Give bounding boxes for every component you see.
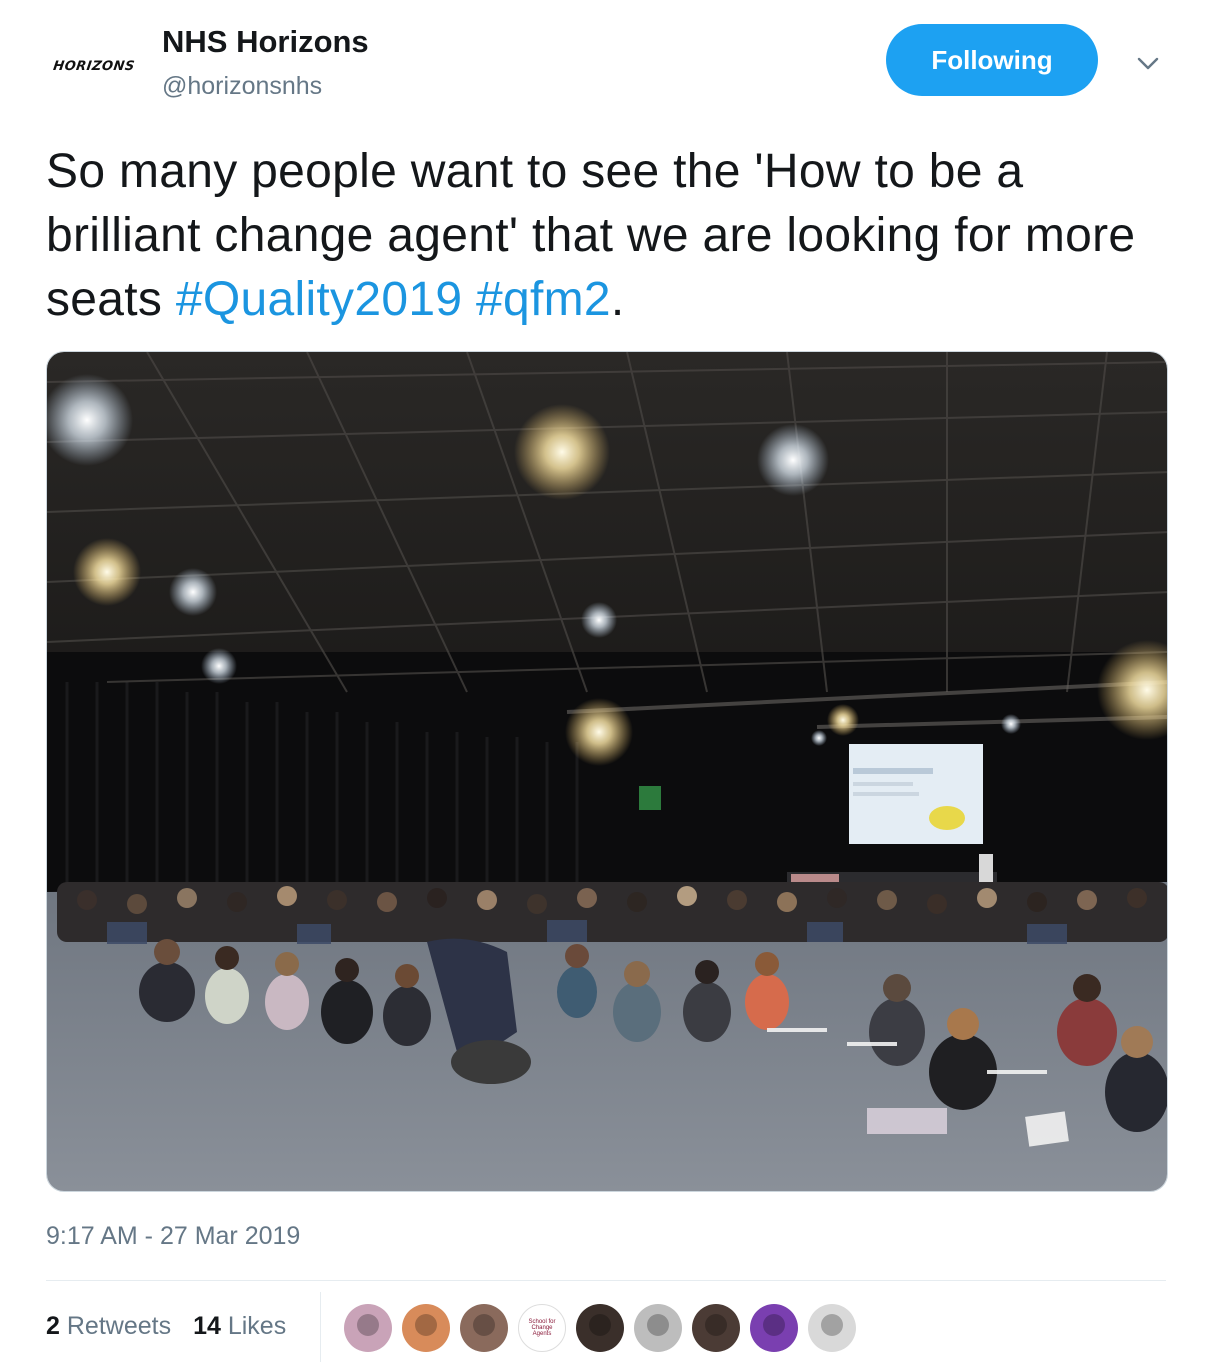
retweets-stat[interactable]: 2 Retweets <box>46 1312 171 1341</box>
person-silhouette-icon <box>763 1314 785 1336</box>
person-silhouette-icon <box>415 1314 437 1336</box>
divider <box>46 1280 1166 1281</box>
stats-divider <box>320 1292 321 1362</box>
author-display-name[interactable]: NHS Horizons <box>162 24 369 60</box>
liker-avatar[interactable] <box>750 1304 798 1352</box>
person-silhouette-icon <box>357 1314 379 1336</box>
liker-avatar[interactable]: School for Change Agents <box>518 1304 566 1352</box>
following-button[interactable]: Following <box>886 24 1098 96</box>
engagement-stats: 2 Retweets 14 Likes <box>46 1312 286 1341</box>
liker-avatar-logo-text: School for Change Agents <box>528 1319 556 1337</box>
liker-avatar[interactable] <box>634 1304 682 1352</box>
chevron-down-icon[interactable] <box>1130 46 1166 82</box>
author-handle[interactable]: @horizonsnhs <box>162 72 322 101</box>
person-silhouette-icon <box>473 1314 495 1336</box>
tweet-photo[interactable] <box>46 351 1168 1192</box>
liker-avatars: School for Change Agents <box>344 1304 856 1352</box>
liker-avatar[interactable] <box>576 1304 624 1352</box>
likes-stat[interactable]: 14 Likes <box>193 1312 286 1341</box>
retweets-label: Retweets <box>66 1312 172 1340</box>
tweet-text: So many people want to see the 'How to b… <box>46 140 1176 332</box>
person-silhouette-icon <box>647 1314 669 1336</box>
liker-avatar[interactable] <box>692 1304 740 1352</box>
person-silhouette-icon <box>589 1314 611 1336</box>
hashtag-link[interactable]: #Quality2019 <box>176 273 462 326</box>
person-silhouette-icon <box>821 1314 843 1336</box>
person-silhouette-icon <box>705 1314 727 1336</box>
retweets-count: 2 <box>46 1312 60 1340</box>
hashtag-link[interactable]: #qfm2 <box>476 273 611 326</box>
tweet-punctuation: . <box>610 273 625 326</box>
liker-avatar[interactable] <box>344 1304 392 1352</box>
tweet-timestamp[interactable]: 9:17 AM - 27 Mar 2019 <box>46 1222 300 1251</box>
likes-label: Likes <box>227 1312 287 1340</box>
liker-avatar[interactable] <box>460 1304 508 1352</box>
liker-avatar[interactable] <box>402 1304 450 1352</box>
liker-avatar[interactable] <box>808 1304 856 1352</box>
likes-count: 14 <box>193 1312 221 1340</box>
conference-hall-image <box>47 352 1167 1191</box>
author-avatar[interactable]: HORIZONS <box>42 36 146 96</box>
